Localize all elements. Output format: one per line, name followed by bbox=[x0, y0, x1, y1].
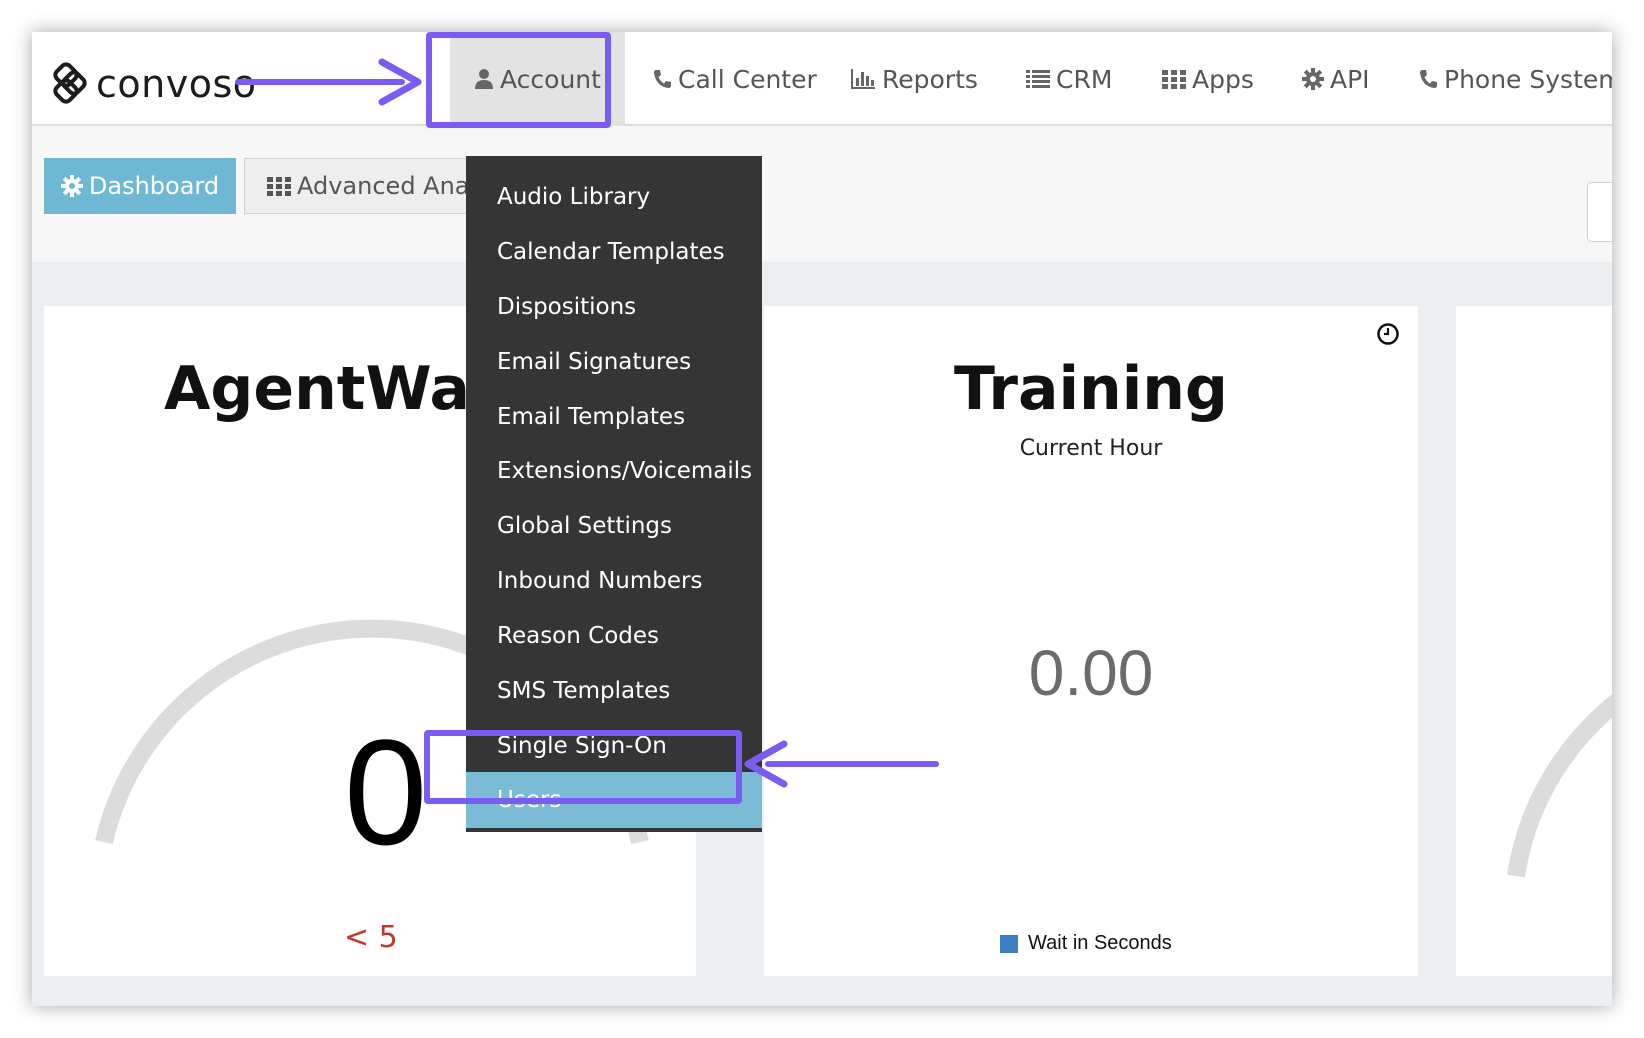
phone-icon bbox=[1420, 70, 1437, 88]
widget-title: Training bbox=[954, 354, 1228, 424]
app-window: convoso Account Call Center Reports CRM … bbox=[32, 32, 1612, 1006]
bar-chart-icon bbox=[851, 69, 875, 89]
menu-item-email-templates[interactable]: Email Templates bbox=[466, 392, 762, 442]
highlight-account bbox=[426, 32, 611, 128]
nav-crm[interactable]: CRM bbox=[1026, 32, 1112, 126]
chart-legend: Wait in Seconds bbox=[1000, 932, 1172, 955]
nav-apps[interactable]: Apps bbox=[1162, 32, 1254, 126]
widget-value: 0.00 bbox=[1028, 637, 1154, 709]
widget-value: 0 bbox=[344, 708, 428, 876]
training-widget: Training Current Hour 0.00 Wait in Secon… bbox=[764, 306, 1418, 976]
dashboard-button[interactable]: Dashboard bbox=[44, 158, 236, 214]
menu-item-email-signatures[interactable]: Email Signatures bbox=[466, 337, 762, 387]
toolbar-control[interactable] bbox=[1587, 182, 1612, 242]
widget-threshold: < 5 bbox=[344, 920, 398, 955]
menu-item-sms-templates[interactable]: SMS Templates bbox=[466, 666, 762, 716]
grid-icon bbox=[1162, 70, 1186, 89]
menu-item-audio-library[interactable]: Audio Library bbox=[466, 172, 762, 222]
nav-reports-label: Reports bbox=[882, 64, 978, 94]
menu-item-calendar-templates[interactable]: Calendar Templates bbox=[466, 227, 762, 277]
menu-item-dispositions[interactable]: Dispositions bbox=[466, 282, 762, 332]
nav-api-label: API bbox=[1330, 64, 1370, 94]
menu-item-reason-codes[interactable]: Reason Codes bbox=[466, 611, 762, 661]
menu-item-global-settings[interactable]: Global Settings bbox=[466, 501, 762, 551]
arrow-right-icon bbox=[235, 58, 422, 106]
nav-call-center-label: Call Center bbox=[678, 64, 817, 94]
convoso-logo-icon bbox=[53, 62, 87, 104]
dashboard-button-label: Dashboard bbox=[88, 172, 220, 200]
nav-call-center[interactable]: Call Center bbox=[652, 32, 817, 126]
logo[interactable]: convoso bbox=[48, 62, 257, 106]
menu-item-inbound-numbers[interactable]: Inbound Numbers bbox=[466, 556, 762, 606]
nav-crm-label: CRM bbox=[1056, 64, 1113, 94]
clock-icon[interactable] bbox=[1376, 322, 1400, 346]
subnav-bar: Dashboard Advanced Anal bbox=[32, 126, 1612, 262]
gauge-arc bbox=[1507, 694, 1612, 878]
gear-icon bbox=[60, 175, 83, 197]
arrow-left-icon bbox=[744, 740, 939, 788]
nav-api[interactable]: API bbox=[1302, 32, 1370, 126]
nav-phone-system-label: Phone System bbox=[1444, 64, 1612, 94]
widget-subtitle: Current Hour bbox=[1019, 436, 1163, 461]
grid-icon bbox=[267, 177, 291, 196]
list-icon bbox=[1026, 70, 1050, 88]
legend-label: Wait in Seconds bbox=[1028, 932, 1172, 954]
nav-reports[interactable]: Reports bbox=[850, 32, 978, 126]
legend-swatch bbox=[1000, 934, 1018, 953]
advanced-analytics-label: Advanced Anal bbox=[297, 172, 474, 200]
nav-phone-system[interactable]: Phone System bbox=[1418, 32, 1612, 126]
advanced-analytics-button[interactable]: Advanced Anal bbox=[244, 158, 474, 214]
highlight-users bbox=[424, 730, 742, 804]
gear-icon bbox=[1302, 68, 1324, 90]
menu-item-extensions-voicemails[interactable]: Extensions/Voicemails bbox=[466, 446, 762, 496]
partial-widget bbox=[1456, 306, 1612, 976]
nav-apps-label: Apps bbox=[1192, 64, 1254, 94]
phone-icon bbox=[654, 70, 671, 88]
